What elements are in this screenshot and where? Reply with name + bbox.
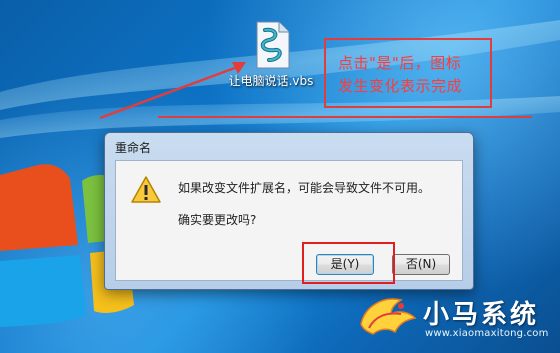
site-logo: 小马系统 www.xiaomaxitong.com — [355, 288, 555, 348]
dialog-question: 确实要更改吗? — [178, 213, 257, 227]
warning-icon — [131, 176, 161, 203]
dialog-title: 重命名 — [115, 141, 152, 155]
horse-logo-icon — [360, 298, 417, 335]
annotation-underline — [158, 116, 532, 118]
logo-url: www.xiaomaxitong.com — [425, 328, 549, 339]
annotation-line-2: 发生变化表示完成 — [338, 77, 463, 95]
dialog-message: 如果改变文件扩展名，可能会导致文件不可用。 — [178, 181, 431, 195]
annotation-box: 点击"是"后，图标 发生变化表示完成 — [324, 38, 492, 108]
dialog-body: 如果改变文件扩展名，可能会导致文件不可用。 确实要更改吗? 是(Y) 否(N) — [115, 160, 463, 281]
annotation-line-1: 点击"是"后，图标 — [338, 54, 462, 72]
logo-title: 小马系统 — [423, 300, 540, 330]
yes-button-highlight — [302, 242, 395, 284]
no-button[interactable]: 否(N) — [392, 254, 450, 275]
rename-dialog: 重命名 如果改变文件扩展名，可能会导致文件不可用。 确实要更改吗? 是(Y) 否… — [104, 132, 474, 290]
